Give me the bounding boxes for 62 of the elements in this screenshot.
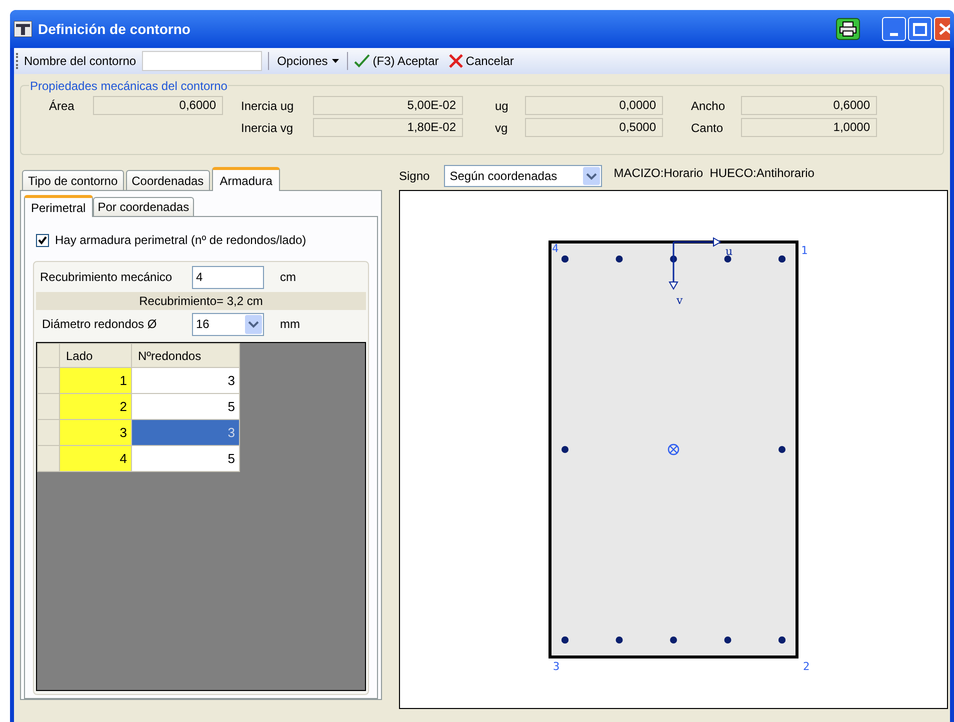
corner-label: 1: [801, 244, 808, 257]
checkbox-label: Hay armadura perimetral (nº de redondos/lado): [55, 232, 306, 249]
orientation-legend: MACIZO:Horario HUECO:Antihorario: [614, 164, 814, 182]
field-label: vg: [495, 120, 509, 136]
field-label: Área: [49, 98, 76, 114]
sign-dropdown[interactable]: Según coordenadas: [444, 165, 602, 187]
table-cell: 2: [60, 394, 132, 420]
cover-info: Recubrimiento= 3,2 cm: [36, 292, 366, 310]
window-title: Definición de contorno: [38, 20, 190, 38]
column-header[interactable]: Nºredondos: [132, 344, 240, 368]
accept-button[interactable]: (F3) Aceptar: [354, 52, 439, 70]
app-icon: [14, 21, 32, 37]
value-field: 0,6000: [741, 96, 877, 115]
tab[interactable]: Armadura: [212, 167, 280, 191]
tab[interactable]: Por coordenadas: [92, 197, 194, 216]
value-field: 5,00E-02: [313, 96, 463, 115]
value-field: 0,5000: [525, 118, 663, 137]
axis-label: v: [676, 294, 683, 307]
table-cell: 4: [60, 446, 132, 472]
field-label: Inercia ug: [241, 98, 295, 114]
corner-label: 4: [552, 242, 559, 255]
options-menu[interactable]: Opciones: [275, 52, 341, 70]
column-header[interactable]: Lado: [60, 344, 132, 368]
cancel-button[interactable]: Cancelar: [448, 52, 514, 70]
value-field: 1,0000: [741, 118, 877, 137]
field-label: Signo: [399, 168, 430, 185]
tab[interactable]: Coordenadas: [126, 170, 210, 190]
diameter-dropdown[interactable]: 16: [192, 312, 264, 336]
cover-field[interactable]: 4: [192, 266, 264, 288]
value-field: 0,0000: [525, 96, 663, 115]
checkbox[interactable]: [36, 234, 49, 246]
corner-label: 3: [553, 660, 560, 673]
printer-icon[interactable]: [836, 18, 860, 40]
field-label: Recubrimiento mecánico: [40, 269, 174, 286]
field-label: Inercia vg: [241, 120, 294, 136]
close-icon: [938, 22, 950, 36]
header-corner: [38, 344, 60, 368]
value-field: 1,80E-02: [313, 118, 463, 137]
unit-label: cm: [280, 269, 296, 286]
value-field: 0,6000: [93, 96, 223, 115]
table-cell[interactable]: 5: [132, 394, 240, 420]
tab[interactable]: Perimetral: [24, 195, 93, 217]
tab[interactable]: Tipo de contorno: [22, 170, 124, 190]
checkmark-icon: [354, 54, 370, 68]
axis-label: u: [726, 245, 733, 258]
caret-icon: [332, 59, 339, 63]
unit-label: mm: [280, 316, 300, 333]
close-icon: [448, 54, 463, 68]
minimize-button[interactable]: [882, 17, 906, 41]
name-field[interactable]: [142, 51, 262, 71]
table-cell: 1: [60, 368, 132, 394]
corner-label: 2: [803, 660, 810, 673]
field-label: Ancho: [691, 98, 726, 114]
field-label: ug: [495, 98, 510, 114]
maximize-button[interactable]: [908, 17, 932, 41]
field-label: Nombre del contorno: [24, 53, 136, 70]
table-cell: 3: [60, 420, 132, 446]
table-cell[interactable]: 5: [132, 446, 240, 472]
table-cell[interactable]: 3: [132, 368, 240, 394]
field-label: Canto: [691, 120, 724, 136]
field-label: Diámetro redondos Ø: [42, 316, 158, 333]
close-button[interactable]: [934, 17, 950, 41]
